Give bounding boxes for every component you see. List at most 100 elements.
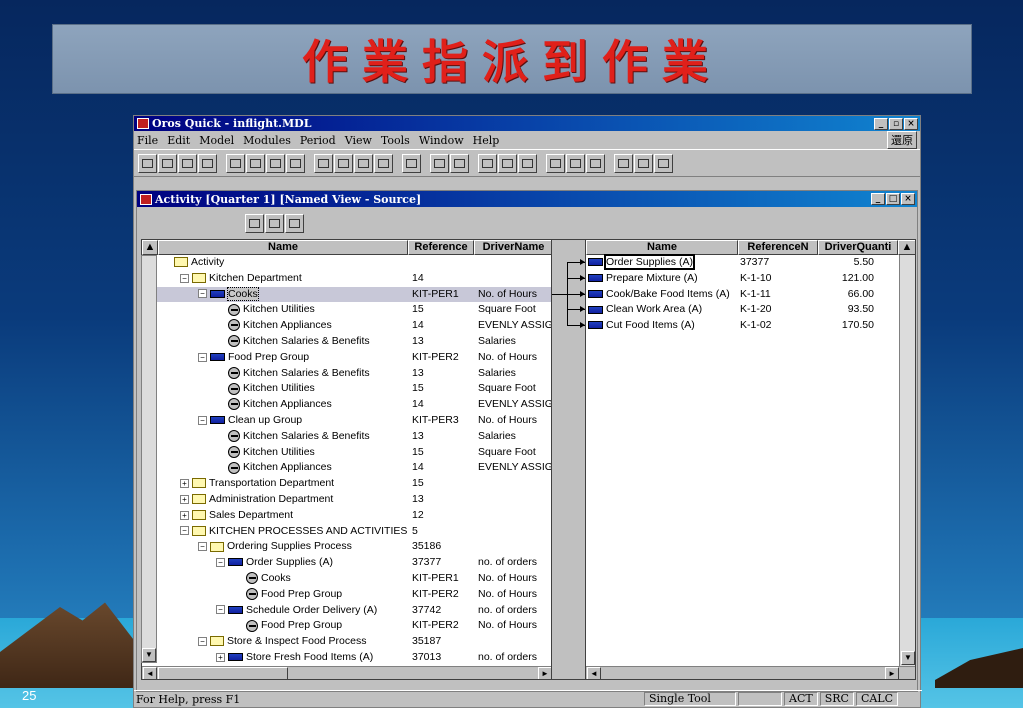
menu-help[interactable]: Help [473,134,500,147]
tree-row[interactable]: Cooks KIT-PER1 No. of Hours [142,571,551,587]
tree-row[interactable]: Food Prep Group KIT-PER2 No. of Hours [142,587,551,603]
right-scroll-down-button[interactable]: ▼ [901,651,915,665]
right-column-header-reference[interactable]: ReferenceN [738,240,818,255]
view-icon[interactable] [518,153,537,173]
collapse-icon[interactable]: − [180,273,189,283]
paste-special-icon[interactable] [286,153,305,173]
right-column-header-name[interactable]: Name [586,240,738,255]
right-vertical-scrollbar[interactable]: ▼ [899,255,915,666]
scroll-down-button[interactable]: ▼ [142,648,156,662]
menu-edit[interactable]: Edit [167,134,190,147]
run-icon[interactable] [498,153,517,173]
tree-row[interactable]: Kitchen Appliances 14 EVENLY ASSIG [142,397,551,413]
right-scroll-right-button[interactable]: ► [885,667,899,679]
destination-row[interactable]: Order Supplies (A) 37377 5.50 [586,254,898,271]
new-icon[interactable] [138,153,157,173]
collapse-icon[interactable]: − [198,289,207,299]
split-icon[interactable] [450,153,469,173]
left-vertical-scrollbar[interactable]: ▼ [141,255,157,663]
tree-row[interactable]: Kitchen Utilities 15 Square Foot [142,445,551,461]
column-header-name[interactable]: Name [158,240,408,255]
restore-button[interactable]: ▫ [889,117,903,130]
menu-file[interactable]: File [137,134,158,147]
edit-icon[interactable] [354,153,373,173]
link-icon[interactable] [285,213,304,233]
collapse-icon[interactable]: − [198,542,207,552]
right-scroll-up-button[interactable]: ▲ [898,240,915,255]
tree-row[interactable]: + Transportation Department 15 [142,476,551,492]
assign-icon[interactable] [402,153,421,173]
scroll-right-button[interactable]: ► [538,667,551,679]
menu-view[interactable]: View [345,134,372,147]
tree-row[interactable]: − Food Prep Group KIT-PER2 No. of Hours [142,350,551,366]
tree-row[interactable]: Kitchen Appliances 14 EVENLY ASSIG [142,460,551,476]
tree-row[interactable]: Food Prep Group KIT-PER2 No. of Hours [142,618,551,634]
save-icon[interactable] [178,153,197,173]
destination-row[interactable]: Cut Food Items (A) K-1-02 170.50 [586,318,898,334]
right-column-header-quantity[interactable]: DriverQuanti [818,240,898,255]
new-child-icon[interactable] [334,153,353,173]
binoculars-icon[interactable] [265,213,284,233]
report-icon[interactable] [566,153,585,173]
delete-icon[interactable] [374,153,393,173]
tree-row[interactable]: − Order Supplies (A) 37377 no. of orders [142,555,551,571]
expand-icon[interactable]: + [180,478,189,488]
menu-modules[interactable]: Modules [243,134,291,147]
copy-icon[interactable] [246,153,265,173]
destination-row[interactable]: Clean Work Area (A) K-1-20 93.50 [586,302,898,318]
collapse-icon[interactable]: − [198,415,207,425]
collapse-icon[interactable]: − [198,636,207,646]
child-close-button[interactable]: × [901,193,915,205]
right-horizontal-scrollbar[interactable]: ◄ ► [586,666,915,679]
tree-row[interactable]: − Store & Inspect Food Process 35187 [142,634,551,650]
minimize-button[interactable]: _ [874,117,888,130]
tree-row[interactable]: + Sales Department 12 [142,508,551,524]
destination-row[interactable]: Cook/Bake Food Items (A) K-1-11 66.00 [586,287,898,303]
right-scroll-left-button[interactable]: ◄ [587,667,601,679]
help-icon[interactable] [654,153,673,173]
tree-row[interactable]: − Schedule Order Delivery (A) 37742 no. of … [142,603,551,619]
bulb-icon[interactable] [546,153,565,173]
menu-tools[interactable]: Tools [381,134,410,147]
tree-row[interactable]: − Kitchen Department 14 [142,271,551,287]
menu-model[interactable]: Model [199,134,234,147]
collapse-icon[interactable]: − [216,557,225,567]
tree-row[interactable]: + Store Fresh Food Items (A) 37013 no. of o… [142,650,551,666]
scroll-up-corner[interactable]: ▲ [142,240,158,255]
tree-row[interactable]: + Administration Department 13 [142,492,551,508]
child-maximize-button[interactable]: □ [886,193,900,205]
cut-icon[interactable] [226,153,245,173]
tree-row[interactable]: − Ordering Supplies Process 35186 [142,539,551,555]
tree-row[interactable]: Kitchen Appliances 14 EVENLY ASSIG [142,318,551,334]
restore-label-button[interactable]: 還原 [887,131,917,149]
tree-row[interactable]: Kitchen Salaries & Benefits 13 Salaries [142,429,551,445]
menu-window[interactable]: Window [419,134,464,147]
menu-period[interactable]: Period [300,134,336,147]
report2-icon[interactable] [586,153,605,173]
tree-row[interactable]: Activity [142,255,551,271]
new-item-icon[interactable] [314,153,333,173]
grid-icon[interactable] [634,153,653,173]
column-header-reference[interactable]: Reference [408,240,474,255]
expand-icon[interactable]: + [216,652,225,662]
collapse-icon[interactable]: − [180,526,189,536]
tree-row[interactable]: Kitchen Utilities 15 Square Foot [142,381,551,397]
paste-icon[interactable] [266,153,285,173]
report3-icon[interactable] [614,153,633,173]
tree-row[interactable]: − Cooks KIT-PER1 No. of Hours [142,286,551,303]
tree-row[interactable]: Kitchen Salaries & Benefits 13 Salaries [142,334,551,350]
calc-icon[interactable] [478,153,497,173]
collapse-icon[interactable]: − [198,352,207,362]
left-horizontal-scrollbar[interactable]: ◄ ► [142,666,551,679]
destination-row[interactable]: Prepare Mixture (A) K-1-10 121.00 [586,271,898,287]
child-minimize-button[interactable]: _ [871,193,885,205]
scroll-thumb[interactable] [158,667,288,679]
tree-row[interactable]: − Clean up Group KIT-PER3 No. of Hours [142,413,551,429]
tree-row[interactable]: Kitchen Salaries & Benefits 13 Salaries [142,366,551,382]
open-icon[interactable] [158,153,177,173]
expand-icon[interactable]: + [180,494,189,504]
column-header-drivername[interactable]: DriverName [474,240,551,255]
tree-icon[interactable] [430,153,449,173]
scroll-left-button[interactable]: ◄ [143,667,157,679]
tree-row[interactable]: − KITCHEN PROCESSES AND ACTIVITIES 5 [142,524,551,540]
